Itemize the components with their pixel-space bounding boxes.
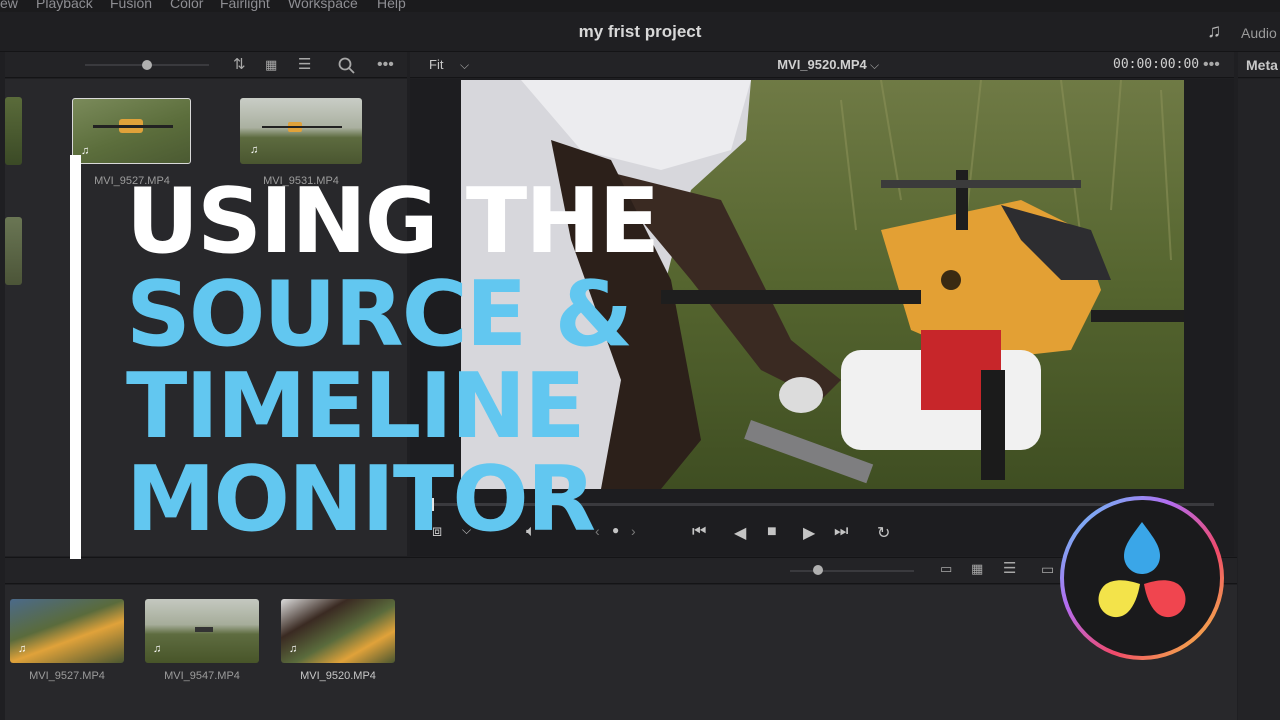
bin-thumb[interactable]: ♫ (281, 599, 395, 663)
headline-line-4: MONITOR (126, 447, 596, 552)
media-thumb[interactable]: ♫ (240, 98, 362, 164)
menu-bar: ew Playback Fusion Color Fairlight Works… (0, 0, 1280, 12)
search-icon[interactable] (338, 57, 355, 74)
timeline-toolbar: ▭ ▦ ☰ ▭ (5, 557, 1237, 584)
bin-thumb-label: MVI_9547.MP4 (164, 670, 240, 682)
menu-item-fairlight[interactable]: Fairlight (220, 0, 270, 11)
grid-view-icon[interactable]: ▦ (265, 52, 277, 78)
menu-item-playback[interactable]: Playback (36, 0, 93, 11)
headline-line-1: USING THE (126, 169, 660, 274)
play-icon[interactable]: ▶ (803, 523, 815, 543)
menu-item-workspace[interactable]: Workspace (288, 0, 358, 11)
bin-panel: ♫ MVI_9527.MP4 ♫ MVI_9547.MP4 ♫ MVI_9520… (5, 585, 1237, 720)
menu-item-fusion[interactable]: Fusion (110, 0, 152, 11)
thumbnail-size-knob[interactable] (142, 60, 152, 70)
music-note-icon: ♫ (81, 145, 90, 157)
music-note-icon[interactable]: ♫ (1207, 21, 1221, 43)
metadata-tab-label[interactable]: Meta (1246, 57, 1278, 73)
music-note-icon: ♫ (289, 643, 298, 655)
clip-name[interactable]: MVI_9520.MP4 (410, 57, 1234, 72)
headline-accent-bar (70, 155, 81, 559)
timeline-zoom-slider[interactable] (790, 570, 914, 572)
inspector-toggle-icon[interactable]: ▭ (1041, 556, 1054, 582)
viewer-more-icon[interactable]: ••• (1203, 52, 1220, 78)
metadata-panel (1238, 79, 1280, 720)
headline-line-3: TIMELINE (126, 354, 586, 459)
skip-back-icon[interactable]: ⏮︎ (692, 523, 706, 541)
audio-tab-label[interactable]: Audio (1241, 25, 1277, 41)
bin-thumb-label: MVI_9527.MP4 (29, 670, 105, 682)
list-view-icon[interactable]: ☰ (1003, 556, 1016, 582)
media-thumb[interactable]: ♫ (72, 98, 191, 164)
filmstrip-view-icon[interactable]: ▭ (940, 556, 952, 582)
loop-icon[interactable]: ↻ (877, 523, 890, 543)
jog-left-icon[interactable]: ‹ (595, 523, 600, 539)
media-thumb-edge[interactable] (5, 217, 22, 285)
title-bar: my frist project ♫ Audio (0, 12, 1280, 52)
more-options-icon[interactable]: ••• (377, 52, 394, 78)
list-view-icon[interactable]: ☰ (298, 52, 311, 78)
clip-chevron-down-icon[interactable]: ⌵ (870, 52, 879, 78)
metadata-header: Meta (1238, 52, 1280, 78)
stop-icon[interactable]: ■ (767, 523, 777, 541)
timeline-zoom-knob[interactable] (813, 565, 823, 575)
timecode-display: 00:00:00:00 (1113, 57, 1200, 72)
media-thumb-edge[interactable] (5, 97, 22, 165)
headline-line-2: SOURCE & (126, 262, 633, 367)
media-pool-toolbar: ⇅ ▦ ☰ ••• (5, 52, 407, 78)
viewer-toolbar: Fit ⌵ MVI_9520.MP4 ⌵ 00:00:00:00 ••• (410, 52, 1234, 78)
music-note-icon: ♫ (250, 144, 259, 156)
skip-forward-icon[interactable]: ⏭︎ (834, 523, 848, 541)
bin-thumb[interactable]: ♫ (10, 599, 124, 663)
menu-item-help[interactable]: Help (377, 0, 406, 11)
play-reverse-icon[interactable]: ◀ (734, 523, 746, 543)
bin-thumb[interactable]: ♫ (145, 599, 259, 663)
jog-wheel-icon[interactable]: ● (612, 523, 619, 537)
grid-view-icon[interactable]: ▦ (971, 556, 983, 582)
menu-item-color[interactable]: Color (170, 0, 203, 11)
bin-thumb-label: MVI_9520.MP4 (300, 670, 376, 682)
music-note-icon: ♫ (18, 643, 27, 655)
sort-icon[interactable]: ⇅ (233, 52, 246, 78)
resolve-logo (1060, 496, 1224, 660)
jog-right-icon[interactable]: › (631, 523, 636, 539)
project-title: my frist project (578, 22, 702, 41)
music-note-icon: ♫ (153, 643, 162, 655)
menu-item-view[interactable]: ew (0, 0, 18, 11)
